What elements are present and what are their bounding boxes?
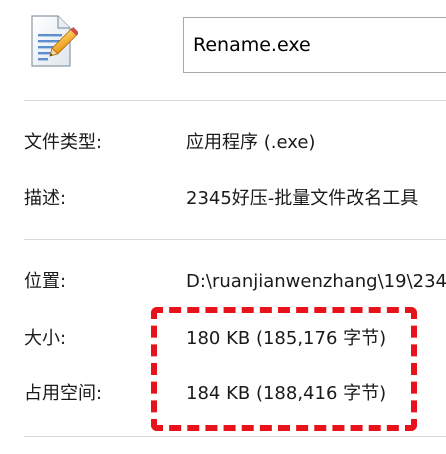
highlight-annotation-box [151,307,417,431]
location-value: D:\ruanjianwenzhang\19\2345 [186,271,446,292]
description-label: 描述: [24,188,67,209]
description-value: 2345好压-批量文件改名工具 [186,188,419,209]
document-edit-icon [31,15,78,67]
size-on-disk-label: 占用空间: [24,383,103,404]
file-properties-panel: 文件类型: 应用程序 (.exe) 描述: 2345好压-批量文件改名工具 位置… [0,0,446,454]
divider [24,436,446,437]
divider [24,100,446,101]
file-type-label: 文件类型: [24,132,103,153]
file-name-input[interactable] [183,17,446,73]
divider [24,239,446,240]
size-label: 大小: [24,328,67,349]
location-label: 位置: [24,271,67,292]
file-type-value: 应用程序 (.exe) [186,132,316,153]
